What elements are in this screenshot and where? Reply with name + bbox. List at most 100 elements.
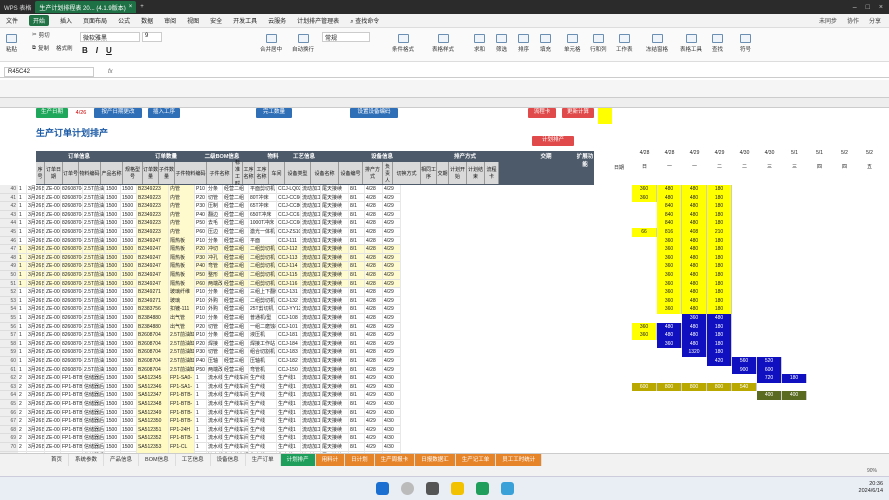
table-cell[interactable]: 1500 (105, 314, 121, 323)
table-cell[interactable]: ZE-008 (45, 202, 61, 211)
table-cell[interactable]: 80T冲床 (249, 193, 277, 203)
table-cell[interactable]: 8/1 (349, 279, 365, 289)
table-cell[interactable]: 4/29 (383, 253, 401, 263)
table-cell[interactable]: 4/29 (365, 400, 383, 409)
table-cell[interactable]: 尾天接续 (321, 425, 349, 435)
table-cell[interactable]: B2349223 (137, 228, 169, 237)
table-cell[interactable]: FP1-BTB (61, 374, 83, 383)
table-cell[interactable]: 弯管机 (249, 365, 277, 375)
row-number[interactable]: 60 (0, 357, 18, 366)
table-cell[interactable]: B2608704 (137, 365, 169, 375)
table-cell[interactable]: 1 (18, 245, 27, 254)
table-cell[interactable]: 生产线1 (277, 374, 301, 383)
sub-header-14[interactable]: 设备类型 (285, 162, 311, 184)
table-cell[interactable]: 分条 (207, 288, 223, 297)
table-cell[interactable]: 2.5T前油缸 (169, 365, 195, 375)
table-cell[interactable]: 生产线1 (277, 443, 301, 452)
table-cell[interactable]: 2.5T前油 (83, 262, 105, 271)
table-cell[interactable]: 流水线作业 (207, 417, 223, 426)
table-cell[interactable]: 生产线 (249, 434, 277, 443)
table-cell[interactable]: FP1-BTB (61, 434, 83, 443)
table-row[interactable]: 1 3月26日 ZE-008 82608704 2.5T前油 1500 1500 B26087… (18, 339, 401, 349)
table-cell[interactable]: 4/29 (365, 417, 383, 426)
table-cell[interactable]: 82608704 (61, 357, 83, 366)
table-cell[interactable]: 信储器后件 (83, 434, 105, 443)
table-cell[interactable]: 82608704 (61, 219, 83, 228)
table-cell[interactable]: ZE-008 (45, 262, 61, 271)
table-cell[interactable]: 1500 (105, 417, 121, 426)
table-cell[interactable]: 4/28 (365, 219, 383, 228)
sub-header-23[interactable]: 计划结束 (467, 162, 485, 184)
table-cell[interactable]: 尾天接续 (321, 314, 349, 323)
table-cell[interactable]: 4/28 (365, 228, 383, 237)
sheet-tab[interactable]: 日报数据汇 (415, 454, 456, 466)
table-cell[interactable]: 信储器后件 (83, 374, 105, 383)
plan-schedule-button[interactable]: 计划排产 (532, 136, 574, 146)
table-cell[interactable]: B2608704 (137, 339, 169, 349)
table-cell[interactable]: 尾天接续 (321, 253, 349, 263)
table-cell[interactable]: B2349271 (137, 288, 169, 297)
table-cell[interactable]: P40 (195, 357, 207, 366)
table-cell[interactable]: 1500 (105, 253, 121, 263)
menu-developer[interactable]: 开发工具 (233, 16, 257, 25)
table-cell[interactable]: 2 (18, 443, 27, 452)
set-equipment-button[interactable]: 设置设备编码 (350, 108, 398, 118)
table-cell[interactable]: 尾天接续 (321, 262, 349, 271)
format-painter-button[interactable]: 格式刷 (56, 44, 73, 52)
table-cell[interactable]: 尾天接续 (321, 434, 349, 443)
table-cell[interactable]: ZE-008 (45, 365, 61, 375)
table-cell[interactable]: 1500 (121, 228, 137, 237)
table-cell[interactable]: 流动加工 (301, 348, 321, 357)
table-cell[interactable]: 3月26日 (27, 408, 45, 418)
table-cell[interactable]: ZE-008 (45, 305, 61, 314)
table-cell[interactable]: 8/1 (349, 348, 365, 357)
table-cell[interactable]: 二组剪切机 (249, 296, 277, 306)
number-format-select[interactable]: 常规 (322, 32, 370, 42)
table-cell[interactable]: 1500 (121, 296, 137, 306)
table-cell[interactable]: ZE-008 (45, 434, 61, 443)
table-cell[interactable]: 2.5T前油 (83, 348, 105, 357)
table-cell[interactable]: 外购 (207, 305, 223, 314)
table-cell[interactable]: 2 (18, 374, 27, 383)
table-cell[interactable]: 经营三组 (223, 296, 249, 306)
table-cell[interactable]: 流水线作业 (207, 408, 223, 418)
sum-button[interactable]: 求和 (474, 34, 485, 53)
sub-header-1[interactable]: 订单日期 (45, 162, 63, 184)
table-cell[interactable]: 经营三组 (223, 305, 249, 314)
table-cell[interactable]: 3月26日 (27, 417, 45, 426)
table-cell[interactable]: 液压机 (249, 331, 277, 340)
table-cell[interactable]: SA512349 (137, 408, 169, 418)
table-cell[interactable]: FP1-BTB (61, 391, 83, 400)
table-cell[interactable]: 3月26日 (27, 443, 45, 452)
table-cell[interactable]: 平面 (249, 236, 277, 246)
table-cell[interactable]: 4/28 (365, 365, 383, 375)
table-cell[interactable]: P30 (195, 253, 207, 263)
table-cell[interactable]: 流水线作业 (207, 400, 223, 409)
table-cell[interactable]: 4/29 (383, 348, 401, 357)
row-number[interactable]: 65 (0, 400, 18, 409)
table-cell[interactable]: 82608704 (61, 236, 83, 246)
table-cell[interactable]: 生产线车间 (223, 425, 249, 435)
table-cell[interactable]: 2.5T前油 (83, 305, 105, 314)
table-cell[interactable]: 出气管 (169, 314, 195, 323)
table-cell[interactable]: 3月26日 (27, 253, 45, 263)
menu-formula[interactable]: 公式 (118, 16, 130, 25)
table-cell[interactable]: 玻璃 (169, 296, 195, 306)
table-row[interactable]: 1 3月26日 ZE-008 82608704 2.5T前油 1500 1500 B23837… (18, 305, 401, 314)
table-row[interactable]: 1 3月26日 ZE-008 82608704 2.5T前油 1500 1500 B23492… (18, 202, 401, 211)
app-icon[interactable] (500, 482, 514, 495)
table-cell[interactable]: 1500 (121, 331, 137, 340)
formula-input[interactable] (119, 67, 889, 77)
table-cell[interactable]: 1500 (121, 271, 137, 280)
table-cell[interactable]: 1500 (121, 365, 137, 375)
table-cell[interactable]: CCJ-116 (277, 279, 301, 289)
table-cell[interactable]: B2608704 (137, 357, 169, 366)
filter-button[interactable]: 筛选 (496, 34, 507, 53)
table-cell[interactable]: 3月26日 (27, 185, 45, 194)
update-calc-button[interactable]: 更新计算 (562, 108, 594, 118)
table-cell[interactable]: 流动加工 (301, 185, 321, 194)
table-cell[interactable]: 3月26日 (27, 348, 45, 357)
table-row[interactable]: 23月26日ZE-008FP1-BTB信储器后件15001500SA512349… (18, 408, 401, 418)
table-cell[interactable]: 流动加工 (301, 228, 321, 237)
table-cell[interactable]: 4/30 (383, 408, 401, 418)
